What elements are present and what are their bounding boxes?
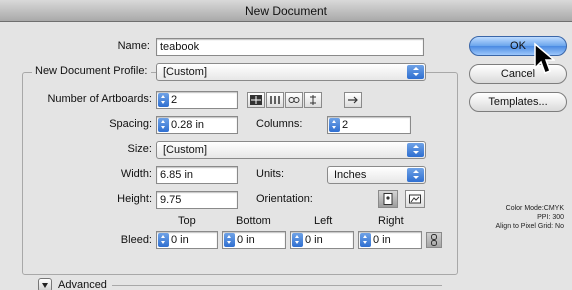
stepper-icon[interactable]: [158, 93, 169, 107]
portrait-icon: [383, 193, 393, 205]
artboards-value: 2: [171, 94, 178, 106]
stepper-icon[interactable]: [158, 233, 169, 247]
cursor-icon: [534, 42, 555, 74]
profile-label: New Document Profile:: [32, 65, 151, 77]
grid-by-column-button[interactable]: [266, 92, 284, 108]
arrange-by-row-button[interactable]: [285, 92, 303, 108]
size-select[interactable]: [Custom]: [156, 141, 426, 159]
select-arrows-icon: [407, 143, 424, 157]
name-field[interactable]: teabook: [156, 38, 424, 56]
new-document-dialog: Name: teabook New Document Profile: [Cus…: [0, 22, 572, 290]
grid-by-row-icon: [250, 95, 262, 105]
stepper-icon[interactable]: [329, 118, 340, 132]
grid-by-column-icon: [270, 96, 280, 104]
name-label: Name:: [117, 40, 150, 52]
stepper-icon[interactable]: [360, 233, 371, 247]
bleed-right-header: Right: [378, 215, 404, 227]
ppi-text: PPI: 300: [537, 214, 564, 221]
advanced-label: Advanced: [58, 279, 107, 290]
stepper-icon[interactable]: [292, 233, 303, 247]
columns-field[interactable]: 2: [327, 116, 411, 134]
link-icon: [431, 234, 437, 246]
window-title: New Document: [0, 0, 572, 22]
columns-label: Columns:: [256, 118, 303, 130]
advanced-disclosure-toggle[interactable]: [38, 278, 52, 290]
bleed-left-field[interactable]: 0 in: [290, 231, 354, 249]
document-info: Color Mode:CMYK PPI: 300 Align to Pixel …: [424, 204, 564, 231]
link-bleed-button[interactable]: [426, 232, 442, 248]
profile-select[interactable]: [Custom]: [156, 63, 426, 81]
landscape-button[interactable]: [405, 190, 425, 208]
bleed-right-field[interactable]: 0 in: [358, 231, 422, 249]
bleed-bottom-value: 0 in: [237, 234, 255, 246]
height-field[interactable]: 9.75: [156, 191, 238, 209]
landscape-icon: [409, 194, 421, 204]
bleed-bottom-field[interactable]: 0 in: [222, 231, 286, 249]
bleed-left-value: 0 in: [305, 234, 323, 246]
select-arrows-icon: [407, 168, 424, 182]
columns-value: 2: [342, 119, 349, 131]
stepper-icon[interactable]: [158, 118, 169, 132]
bleed-label: Bleed:: [120, 234, 152, 246]
size-select-value: [Custom]: [163, 144, 208, 156]
arrange-by-column-button[interactable]: [304, 92, 322, 108]
grid-by-row-button[interactable]: [247, 92, 265, 108]
profile-select-value: [Custom]: [163, 66, 208, 78]
advanced-divider: [112, 285, 442, 286]
align-text: Align to Pixel Grid: No: [495, 223, 564, 230]
bleed-top-field[interactable]: 0 in: [156, 231, 218, 249]
orientation-label: Orientation:: [256, 193, 313, 205]
bleed-right-value: 0 in: [373, 234, 391, 246]
bleed-bottom-header: Bottom: [236, 215, 271, 227]
bleed-top-value: 0 in: [171, 234, 189, 246]
spacing-value: 0.28 in: [171, 119, 205, 131]
artboards-field[interactable]: 2: [156, 91, 238, 109]
width-label: Width:: [120, 168, 152, 180]
bleed-left-header: Left: [314, 215, 333, 227]
color-mode-text: Color Mode:CMYK: [505, 205, 564, 212]
right-to-left-icon: [348, 96, 358, 104]
size-label: Size:: [127, 143, 152, 155]
right-to-left-button[interactable]: [344, 92, 362, 108]
arrange-by-column-icon: [310, 95, 316, 105]
units-select-value: Inches: [334, 169, 367, 181]
units-select[interactable]: Inches: [327, 166, 426, 184]
artboards-label: Number of Artboards:: [47, 93, 152, 105]
units-label: Units:: [256, 168, 285, 180]
select-arrows-icon: [407, 65, 424, 79]
templates-button[interactable]: Templates...: [469, 92, 567, 112]
bleed-top-header: Top: [178, 215, 196, 227]
portrait-button[interactable]: [378, 190, 398, 208]
width-field[interactable]: 6.85 in: [156, 166, 238, 184]
arrange-by-row-icon: [288, 97, 300, 103]
height-label: Height:: [117, 193, 152, 205]
spacing-field[interactable]: 0.28 in: [156, 116, 238, 134]
spacing-label: Spacing:: [109, 118, 152, 130]
stepper-icon[interactable]: [224, 233, 235, 247]
